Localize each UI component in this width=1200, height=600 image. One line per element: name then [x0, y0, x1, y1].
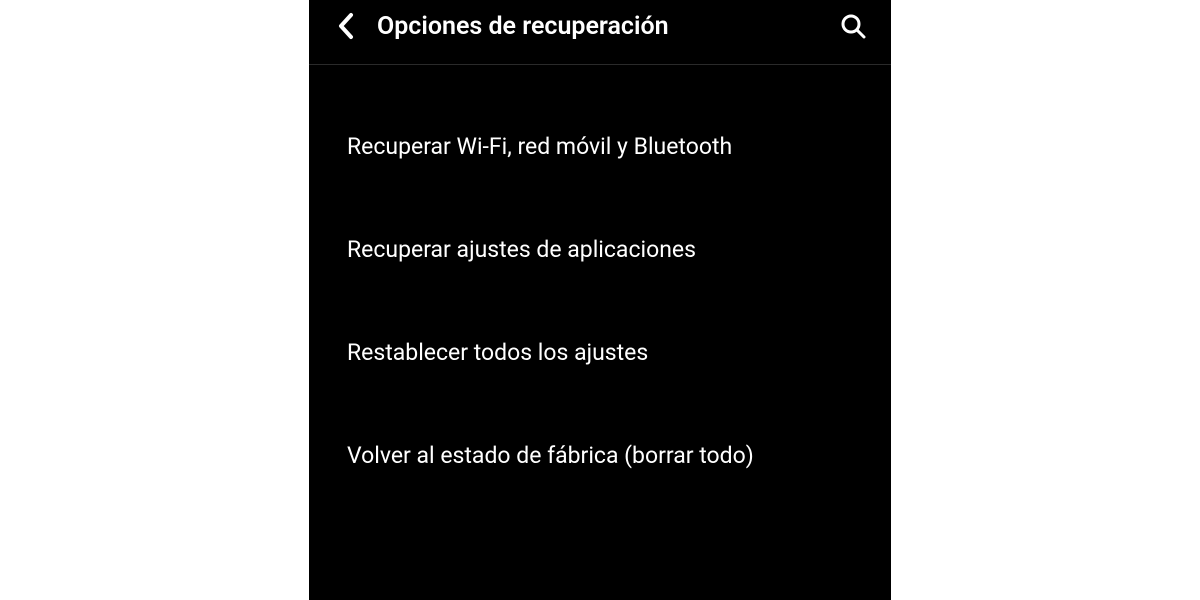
option-reset-apps[interactable]: Recuperar ajustes de aplicaciones [309, 198, 891, 301]
search-icon [840, 13, 866, 39]
chevron-left-icon [337, 12, 357, 40]
option-label: Recuperar ajustes de aplicaciones [347, 236, 696, 263]
page-title: Opciones de recuperación [377, 12, 835, 41]
search-button[interactable] [835, 8, 871, 44]
options-list: Recuperar Wi-Fi, red móvil y Bluetooth R… [309, 65, 891, 600]
phone-screen: Opciones de recuperación Recuperar Wi-Fi… [309, 0, 891, 600]
option-factory-reset[interactable]: Volver al estado de fábrica (borrar todo… [309, 404, 891, 507]
option-reset-network[interactable]: Recuperar Wi-Fi, red móvil y Bluetooth [309, 95, 891, 198]
option-label: Volver al estado de fábrica (borrar todo… [347, 442, 754, 469]
back-button[interactable] [329, 8, 365, 44]
option-label: Restablecer todos los ajustes [347, 339, 648, 366]
option-reset-all-settings[interactable]: Restablecer todos los ajustes [309, 301, 891, 404]
option-label: Recuperar Wi-Fi, red móvil y Bluetooth [347, 133, 732, 160]
header: Opciones de recuperación [309, 0, 891, 65]
